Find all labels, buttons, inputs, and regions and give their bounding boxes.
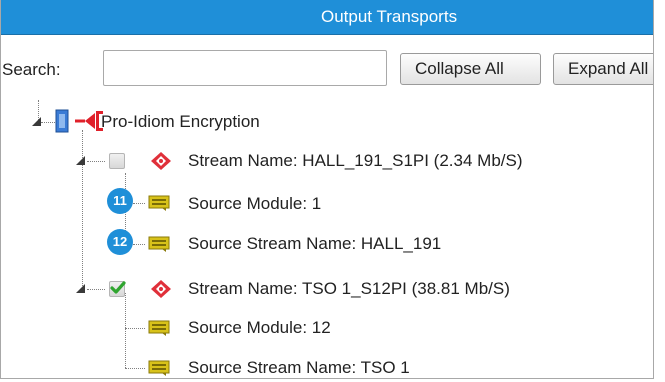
- checkmark-icon: [110, 281, 126, 294]
- transport-tree: Pro-Idiom Encryption Stream Name: HALL_1…: [1, 100, 653, 378]
- tree-source-node[interactable]: Source Module: 12: [1, 308, 653, 348]
- collapse-all-button[interactable]: Collapse All: [400, 53, 541, 85]
- stream-checkbox[interactable]: [109, 153, 125, 169]
- stream-checkbox-checked[interactable]: [109, 281, 126, 297]
- search-toolbar: Search: Collapse All Expand All: [1, 34, 653, 100]
- tree-stream-node[interactable]: Stream Name: HALL_191_S1PI (2.34 Mb/S): [1, 141, 653, 181]
- callout-badge: 11: [107, 188, 133, 214]
- expanded-triangle-icon[interactable]: [75, 155, 87, 167]
- source-module-icon: [148, 320, 170, 336]
- source-label: Source Module: 1: [188, 194, 322, 213]
- stream-tag-icon: [151, 152, 171, 170]
- source-module-icon: [148, 236, 170, 252]
- tree-root-node[interactable]: Pro-Idiom Encryption: [1, 102, 653, 142]
- stream-tag-icon: [151, 280, 171, 298]
- panel-header: Output Transports: [1, 0, 653, 35]
- expand-all-button[interactable]: Expand All: [553, 53, 653, 85]
- tree-connector: [87, 289, 105, 290]
- source-label: Source Stream Name: HALL_191: [188, 234, 442, 253]
- panel-title: Output Transports: [321, 7, 458, 26]
- expanded-triangle-icon[interactable]: [75, 283, 87, 295]
- callout-badge: 12: [107, 229, 133, 255]
- search-input[interactable]: [103, 50, 387, 86]
- tree-connector: [133, 244, 145, 245]
- source-label: Source Stream Name: TSO 1: [188, 358, 410, 377]
- tree-source-node[interactable]: 11 Source Module: 1: [1, 184, 653, 224]
- encryption-module-icon: [55, 109, 103, 133]
- tree-stream-node[interactable]: Stream Name: TSO 1_S12PI (38.81 Mb/S): [1, 267, 653, 307]
- tree-source-node[interactable]: 12 Source Stream Name: HALL_191: [1, 224, 653, 264]
- source-module-icon: [148, 195, 170, 211]
- source-module-icon: [148, 360, 170, 376]
- tree-connector: [133, 203, 145, 204]
- search-label: Search:: [2, 60, 61, 79]
- tree-root-label: Pro-Idiom Encryption: [101, 112, 260, 131]
- stream-label: Stream Name: TSO 1_S12PI (38.81 Mb/S): [188, 279, 510, 298]
- tree-source-node[interactable]: Source Stream Name: TSO 1: [1, 348, 653, 378]
- source-label: Source Module: 12: [188, 318, 331, 337]
- stream-label: Stream Name: HALL_191_S1PI (2.34 Mb/S): [188, 151, 523, 170]
- tree-connector: [87, 161, 105, 162]
- output-transports-panel: Output Transports Search: Collapse All E…: [0, 0, 654, 379]
